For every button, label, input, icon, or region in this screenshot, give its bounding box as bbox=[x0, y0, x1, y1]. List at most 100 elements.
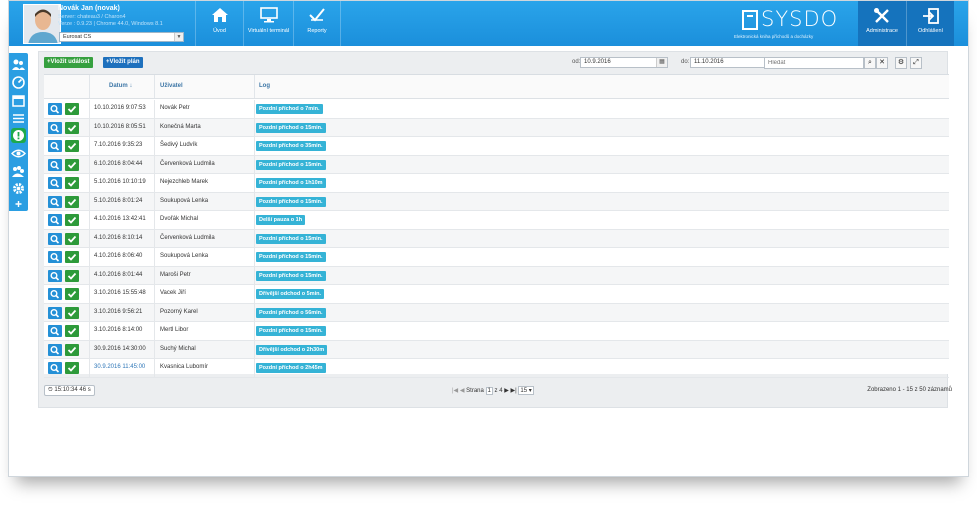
view-detail-button[interactable] bbox=[48, 269, 62, 282]
from-date-field[interactable]: 10.9.2016 ▦ bbox=[580, 57, 668, 68]
view-detail-button[interactable] bbox=[48, 103, 62, 115]
sidebar-item-settings[interactable] bbox=[11, 181, 26, 196]
view-detail-button[interactable] bbox=[48, 214, 62, 226]
log-badge: Delší pauza o 1h bbox=[256, 215, 306, 225]
approve-button[interactable] bbox=[65, 232, 79, 245]
table-row: 4.10.2016 8:10:14 Červenková Ludmila Pozdn… bbox=[44, 229, 949, 248]
column-divider bbox=[89, 229, 90, 247]
version-info: Verze : 0.9.23 | Chrome 44.0, Windows 8.… bbox=[58, 21, 163, 27]
approve-button[interactable] bbox=[65, 195, 79, 208]
nav-reports[interactable]: Reporty bbox=[293, 1, 341, 46]
sidebar-item-calendar[interactable] bbox=[11, 93, 26, 108]
sidebar-item-users[interactable] bbox=[11, 57, 26, 72]
view-detail-button[interactable] bbox=[48, 362, 62, 374]
view-detail-button[interactable] bbox=[48, 306, 62, 319]
add-plan-label: Vložit plán bbox=[109, 59, 140, 65]
alert-icon bbox=[13, 130, 24, 141]
first-page-icon[interactable]: |◀ bbox=[452, 388, 458, 394]
column-divider bbox=[254, 75, 255, 98]
log-badge: Pozdní příchod o 15min. bbox=[256, 326, 326, 336]
cell-date: 3.10.2016 15:55:48 bbox=[94, 290, 146, 296]
nav-logout[interactable]: Odhlášení bbox=[906, 1, 954, 46]
table-header: Datum ↓ Uživatel Log bbox=[44, 75, 949, 99]
view-detail-button[interactable] bbox=[48, 140, 62, 152]
cell-user: Červenková Ludmila bbox=[160, 234, 215, 241]
view-detail-button[interactable] bbox=[48, 121, 62, 134]
logo: SYSDO Elektronická kniha příchodů a doch… bbox=[734, 7, 837, 43]
pager: |◀ ◀ Strana 1 z 4 ▶ ▶| 15 ▾ bbox=[452, 386, 534, 395]
view-detail-button[interactable] bbox=[48, 177, 62, 189]
approve-button[interactable] bbox=[65, 269, 79, 282]
approve-button[interactable] bbox=[65, 121, 79, 134]
cell-date: 7.10.2016 9:35:23 bbox=[94, 142, 143, 148]
approve-button[interactable] bbox=[65, 251, 79, 263]
search-icon bbox=[50, 364, 60, 373]
log-badge: Dřívější odchod o 5min. bbox=[256, 289, 325, 299]
view-detail-button[interactable] bbox=[48, 195, 62, 208]
approve-button[interactable] bbox=[65, 306, 79, 319]
column-divider bbox=[254, 118, 255, 136]
approve-button[interactable] bbox=[65, 214, 79, 226]
clear-search-button[interactable]: ✕ bbox=[876, 57, 888, 69]
check-icon bbox=[67, 253, 77, 261]
next-page-icon[interactable]: ▶ bbox=[504, 388, 509, 394]
last-page-icon[interactable]: ▶| bbox=[511, 388, 517, 394]
cell-date: 4.10.2016 8:10:14 bbox=[94, 234, 143, 241]
sidebar-item-add[interactable] bbox=[11, 198, 26, 213]
approve-button[interactable] bbox=[65, 362, 79, 374]
view-detail-button[interactable] bbox=[48, 232, 62, 245]
approve-button[interactable] bbox=[65, 288, 79, 300]
view-detail-button[interactable] bbox=[48, 288, 62, 300]
cell-date: 3.10.2016 8:14:00 bbox=[94, 327, 143, 333]
approve-button[interactable] bbox=[65, 325, 79, 337]
reports-icon bbox=[309, 8, 325, 22]
approve-button[interactable] bbox=[65, 177, 79, 189]
refresh-timer[interactable]: ⏲ 15:10:34 46 s bbox=[44, 385, 95, 396]
search-button[interactable]: ⌕ bbox=[864, 57, 876, 69]
column-date[interactable]: Datum ↓ bbox=[109, 83, 132, 89]
calendar-icon[interactable]: ▦ bbox=[656, 58, 667, 67]
user-name: Novák Jan (novak) bbox=[58, 5, 120, 12]
company-select[interactable]: Eurosat CS ▼ bbox=[59, 32, 184, 42]
sidebar-item-groups[interactable] bbox=[11, 164, 26, 179]
column-divider bbox=[254, 340, 255, 358]
fullscreen-button[interactable]: ⤢ bbox=[910, 57, 922, 69]
sidebar-item-view[interactable] bbox=[11, 146, 26, 161]
nav-virtual-terminal[interactable]: Virtuální terminál bbox=[243, 1, 293, 46]
approve-button[interactable] bbox=[65, 103, 79, 115]
records-info: Zobrazeno 1 - 15 z 50 záznamů bbox=[867, 387, 952, 393]
approve-button[interactable] bbox=[65, 343, 79, 356]
prev-page-icon[interactable]: ◀ bbox=[460, 388, 465, 394]
page-input[interactable]: 1 bbox=[485, 387, 493, 395]
search-icon: ⌕ bbox=[868, 59, 872, 66]
table-row: 3.10.2016 9:56:21 Pozorný Karel Pozdní pří… bbox=[44, 303, 949, 322]
table-row: 3.10.2016 8:14:00 Mertl Libor Pozdní přích… bbox=[44, 322, 949, 341]
cell-user: Vacek Jiří bbox=[160, 290, 186, 296]
check-icon bbox=[67, 309, 77, 317]
sidebar-item-list[interactable] bbox=[11, 111, 26, 126]
column-log[interactable]: Log bbox=[259, 83, 270, 89]
view-detail-button[interactable] bbox=[48, 251, 62, 263]
company-select-value: Eurosat CS bbox=[63, 34, 92, 40]
approve-button[interactable] bbox=[65, 140, 79, 152]
cell-date: 30.9.2016 11:45:00 bbox=[94, 364, 146, 370]
cell-date: 4.10.2016 13:42:41 bbox=[94, 216, 146, 222]
sidebar-item-alerts[interactable] bbox=[11, 128, 26, 143]
column-user[interactable]: Uživatel bbox=[160, 83, 183, 89]
nav-home[interactable]: Úvod bbox=[195, 1, 243, 46]
search-input[interactable] bbox=[764, 57, 864, 69]
add-event-button[interactable]: +Vložit událost bbox=[44, 57, 93, 68]
page-size-select[interactable]: 15 ▾ bbox=[518, 386, 534, 395]
to-date-value: 11.10.2016 bbox=[694, 59, 724, 65]
view-detail-button[interactable] bbox=[48, 325, 62, 337]
sidebar-item-dashboard[interactable] bbox=[11, 75, 26, 90]
add-plan-button[interactable]: +Vložit plán bbox=[103, 57, 143, 68]
settings-button[interactable]: ⚙ bbox=[895, 57, 907, 69]
view-detail-button[interactable] bbox=[48, 158, 62, 171]
view-detail-button[interactable] bbox=[48, 343, 62, 356]
gear-icon bbox=[13, 183, 24, 194]
nav-administration[interactable]: Administrace bbox=[858, 1, 906, 46]
close-icon: ✕ bbox=[879, 59, 885, 66]
approve-button[interactable] bbox=[65, 158, 79, 171]
sort-desc-icon: ↓ bbox=[129, 83, 133, 89]
